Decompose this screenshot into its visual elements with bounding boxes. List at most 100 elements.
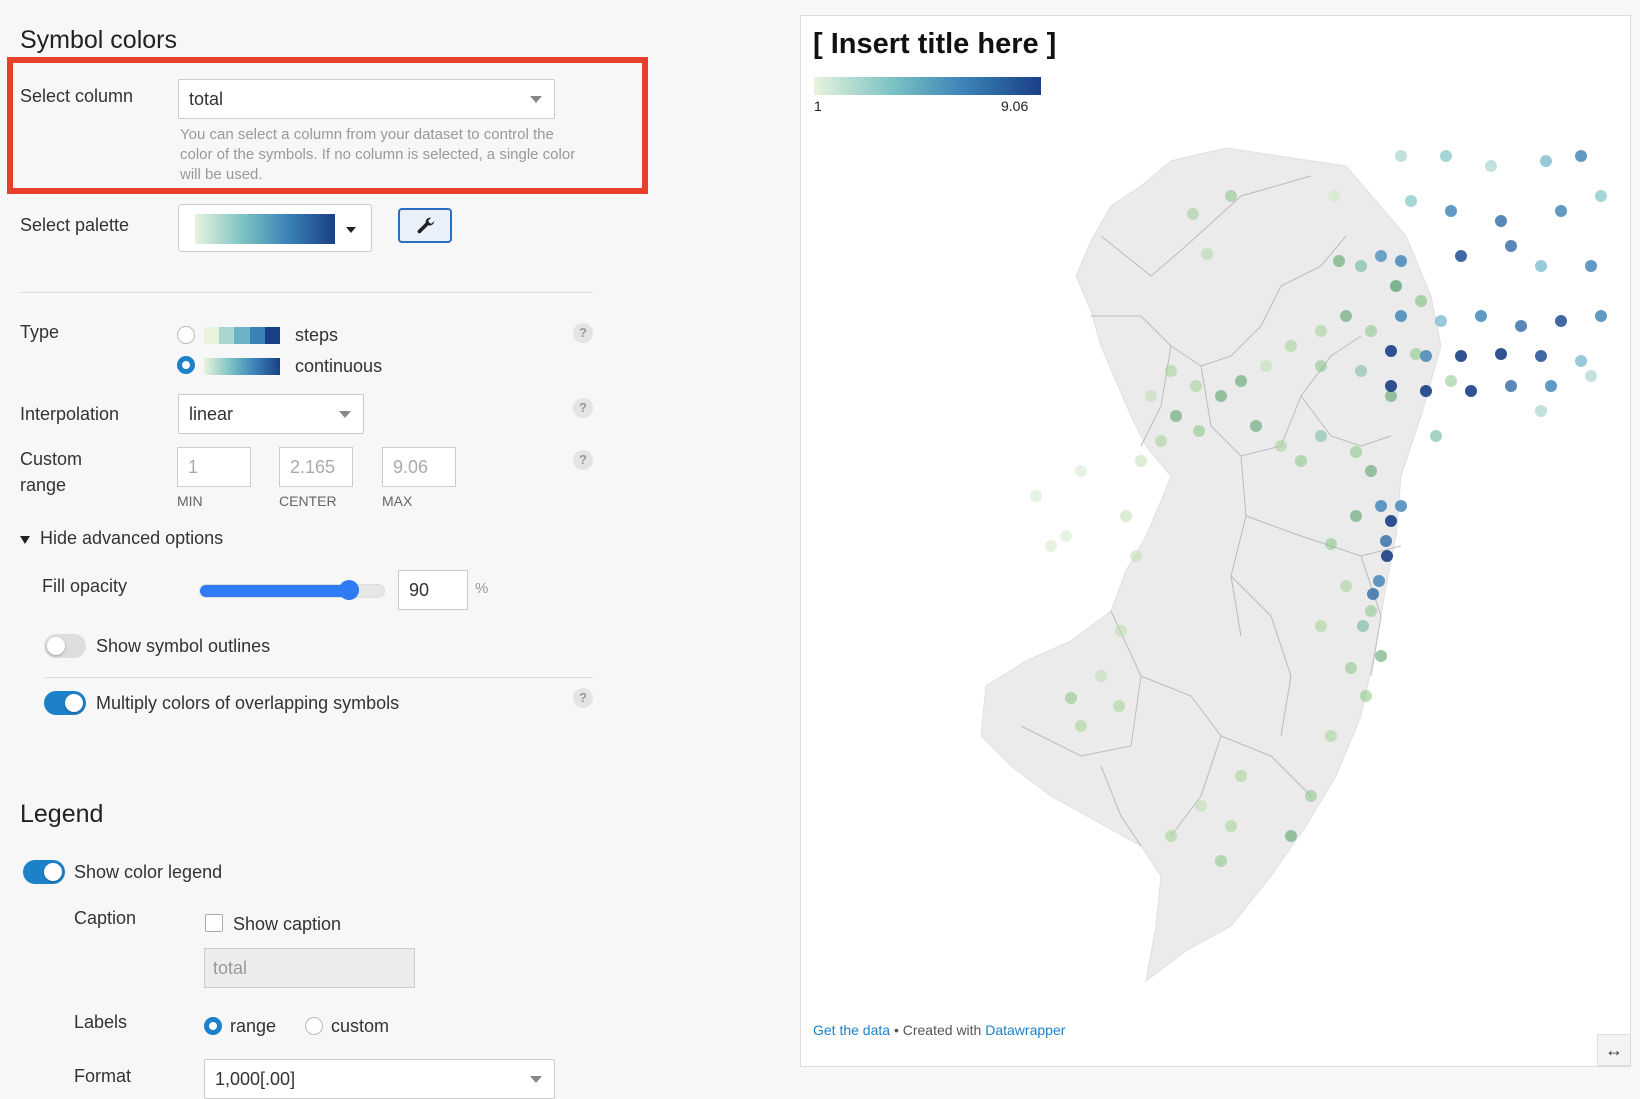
- map-symbol: [1575, 355, 1587, 367]
- range-max-label: MAX: [382, 493, 413, 509]
- map-symbol: [1315, 360, 1327, 372]
- get-the-data-link[interactable]: Get the data: [813, 1022, 890, 1038]
- map-symbol: [1045, 540, 1057, 552]
- map-symbol: [1260, 360, 1272, 372]
- map-symbol: [1170, 410, 1182, 422]
- custom-range-help-icon[interactable]: ?: [573, 450, 593, 470]
- labels-range-label: range: [230, 1016, 277, 1036]
- map-symbol: [1381, 550, 1393, 562]
- map-symbol: [1355, 365, 1367, 377]
- map-symbol: [1135, 455, 1147, 467]
- datawrapper-link[interactable]: Datawrapper: [985, 1022, 1065, 1038]
- map-symbol: [1340, 310, 1352, 322]
- range-min-label: MIN: [177, 493, 203, 509]
- map-symbol: [1585, 370, 1597, 382]
- chevron-down-icon: [339, 411, 351, 418]
- wrench-button[interactable]: [398, 208, 452, 243]
- map-symbol: [1555, 315, 1567, 327]
- map-symbol: [1345, 662, 1357, 674]
- fill-opacity-slider[interactable]: [199, 580, 385, 600]
- map-symbol: [1325, 730, 1337, 742]
- map-symbol: [1325, 538, 1337, 550]
- map-symbol: [1315, 620, 1327, 632]
- show-color-legend-toggle[interactable]: [23, 860, 65, 884]
- map-symbol: [1515, 320, 1527, 332]
- map-footer: Get the data • Created with Datawrapper: [813, 1022, 1065, 1038]
- map-svg: [980, 147, 1607, 983]
- map-symbol: [1235, 770, 1247, 782]
- show-caption-checkbox[interactable]: [205, 914, 223, 932]
- map-symbol: [1410, 348, 1422, 360]
- range-center-label: CENTER: [279, 493, 337, 509]
- map-symbol: [1315, 430, 1327, 442]
- map-symbol: [1375, 500, 1387, 512]
- format-value: 1,000[.00]: [215, 1069, 296, 1089]
- map-symbol: [1445, 205, 1457, 217]
- map-symbol: [1195, 800, 1207, 812]
- range-min-input[interactable]: 1: [177, 447, 251, 487]
- map-symbol: [1165, 830, 1177, 842]
- map-symbol: [1030, 490, 1042, 502]
- interpolation-value: linear: [189, 404, 234, 424]
- type-steps-radio[interactable]: [177, 326, 195, 344]
- labels-custom-radio[interactable]: [305, 1017, 323, 1035]
- show-outlines-toggle[interactable]: [44, 634, 86, 658]
- select-column-label: Select column: [20, 86, 134, 106]
- map-symbol: [1130, 550, 1142, 562]
- type-continuous-label: continuous: [295, 356, 383, 376]
- fill-opacity-label: Fill opacity: [42, 576, 128, 596]
- map-symbol: [1235, 375, 1247, 387]
- chevron-down-icon: [530, 96, 542, 103]
- map-symbol: [1360, 690, 1372, 702]
- map-symbol: [1595, 190, 1607, 202]
- select-column-dropdown[interactable]: total: [178, 79, 555, 119]
- map-symbol: [1350, 510, 1362, 522]
- map-symbol: [1420, 385, 1432, 397]
- map-symbol: [1375, 650, 1387, 662]
- chart-title: [ Insert title here ]: [813, 28, 1057, 60]
- advanced-options-toggle[interactable]: Hide advanced options: [20, 528, 223, 549]
- palette-caret-icon: [346, 227, 356, 233]
- map-symbol: [1075, 465, 1087, 477]
- range-max-input[interactable]: 9.06: [382, 447, 456, 487]
- multiply-help-icon[interactable]: ?: [573, 688, 593, 708]
- map-symbol: [1485, 160, 1497, 172]
- map-symbol: [1475, 310, 1487, 322]
- map-symbol: [1465, 385, 1477, 397]
- caption-input[interactable]: total: [204, 948, 415, 988]
- map-symbol: [1095, 670, 1107, 682]
- palette-swatch: [195, 214, 335, 244]
- map-symbol: [1395, 500, 1407, 512]
- range-center-input[interactable]: 2.165: [279, 447, 353, 487]
- interpolation-dropdown[interactable]: linear: [178, 394, 364, 434]
- map-symbol: [1373, 575, 1385, 587]
- map-symbol: [1380, 535, 1392, 547]
- map-symbol: [1435, 315, 1447, 327]
- map-symbol: [1455, 350, 1467, 362]
- map-symbol: [1395, 255, 1407, 267]
- slider-thumb[interactable]: [339, 580, 360, 600]
- type-help-icon[interactable]: ?: [573, 323, 593, 343]
- map-symbol: [1328, 190, 1340, 202]
- map-symbol: [1385, 515, 1397, 527]
- triangle-down-icon: [20, 535, 30, 544]
- legend-gradient: [814, 77, 1041, 95]
- legend-heading: Legend: [20, 800, 104, 828]
- labels-label: Labels: [74, 1012, 128, 1032]
- labels-range-radio[interactable]: [204, 1017, 222, 1035]
- resize-horizontal-icon[interactable]: ↔: [1597, 1034, 1631, 1066]
- interpolation-help-icon[interactable]: ?: [573, 398, 593, 418]
- fill-opacity-unit: %: [475, 580, 489, 597]
- map-preview: [ Insert title here ] 1 9.06 Get the dat…: [800, 15, 1631, 1067]
- map-symbol: [1385, 380, 1397, 392]
- legend-max-label: 9.06: [1001, 98, 1029, 114]
- map-symbol: [1285, 340, 1297, 352]
- multiply-colors-toggle[interactable]: [44, 691, 86, 715]
- map-symbol: [1275, 440, 1287, 452]
- type-continuous-radio[interactable]: [177, 356, 195, 374]
- map-symbol: [1060, 530, 1072, 542]
- caption-label: Caption: [74, 908, 137, 928]
- palette-dropdown[interactable]: [178, 204, 372, 252]
- fill-opacity-input[interactable]: 90: [398, 570, 468, 610]
- format-dropdown[interactable]: 1,000[.00]: [204, 1059, 555, 1099]
